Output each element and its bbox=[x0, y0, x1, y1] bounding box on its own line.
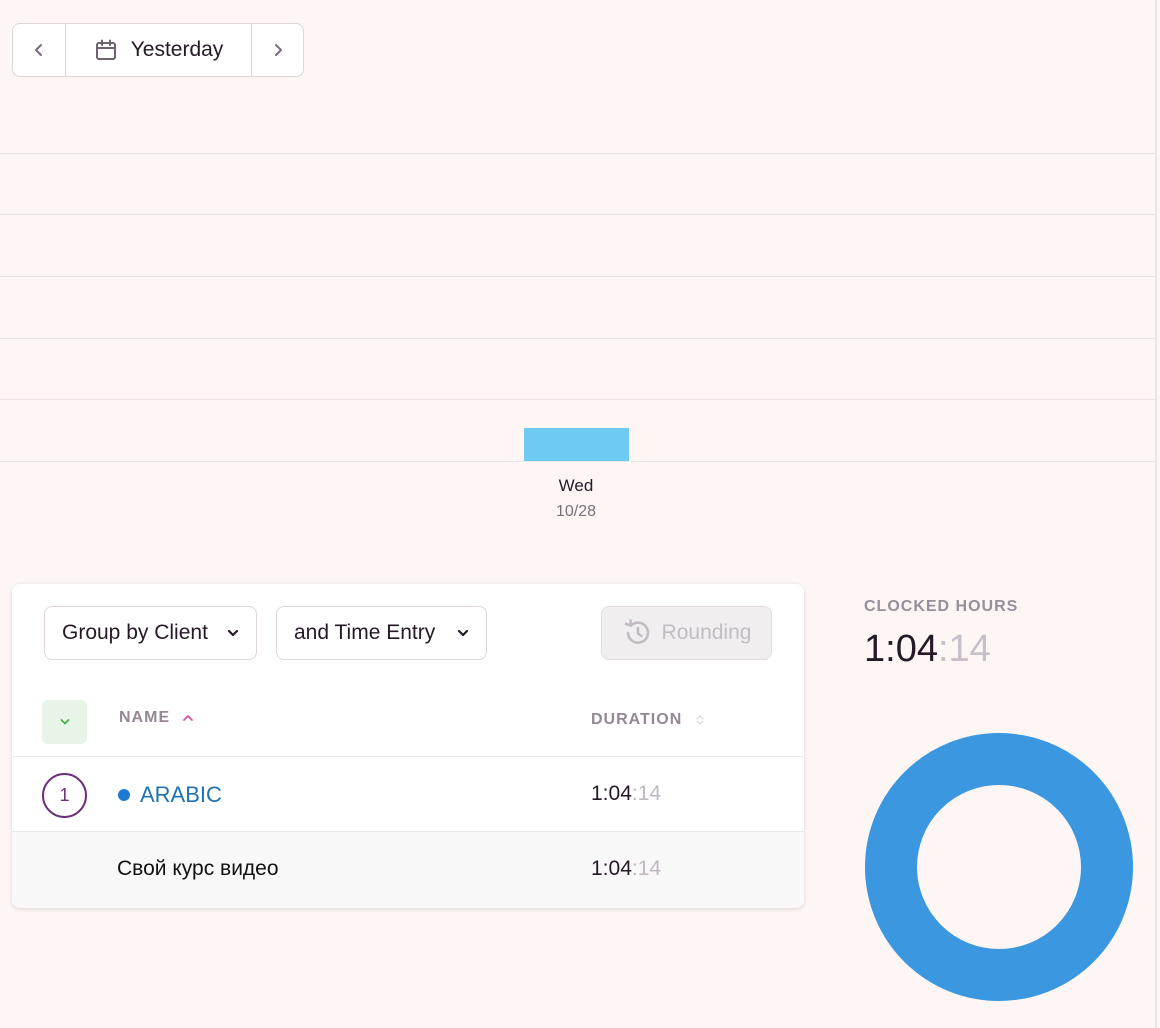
duration-column-label: DURATION bbox=[591, 711, 683, 728]
clocked-hours-seconds: :14 bbox=[937, 628, 991, 670]
client-duration-seconds: :14 bbox=[631, 782, 662, 805]
hours-donut-chart bbox=[865, 733, 1133, 1001]
donut-segment-arabic[interactable] bbox=[865, 733, 1133, 1001]
chart-baseline bbox=[0, 461, 1156, 462]
chevron-down-icon bbox=[60, 719, 69, 725]
clocked-hours-value: 1:04:14 bbox=[864, 628, 991, 671]
date-navigator: Yesterday bbox=[12, 23, 304, 77]
chart-gridline bbox=[0, 214, 1156, 215]
client-duration: 1:04:14 bbox=[591, 782, 661, 806]
clocked-hours-label: CLOCKED HOURS bbox=[864, 598, 1019, 615]
entry-count-badge[interactable]: 1 bbox=[42, 773, 87, 818]
time-entry-duration-seconds: :14 bbox=[631, 857, 662, 880]
chevron-down-icon bbox=[457, 629, 469, 637]
history-icon bbox=[624, 619, 649, 644]
group-by-label: Group by Client bbox=[62, 621, 208, 644]
client-duration-main: 1:04 bbox=[591, 782, 632, 805]
time-entry-name: Свой курс видео bbox=[117, 857, 279, 880]
report-table-card: Group by Client and Time Entry Rounding … bbox=[12, 584, 804, 908]
chevron-right-icon bbox=[274, 44, 282, 56]
group-by-dropdown[interactable]: Group by Client bbox=[44, 606, 257, 660]
chevron-left-icon bbox=[35, 44, 42, 56]
sub-group-label: and Time Entry bbox=[294, 621, 436, 644]
previous-period-button[interactable] bbox=[13, 24, 66, 76]
time-entry-duration: 1:04:14 bbox=[591, 857, 661, 881]
rounding-label: Rounding bbox=[661, 621, 752, 644]
duration-column-header[interactable]: DURATION bbox=[591, 711, 706, 729]
rounding-button[interactable]: Rounding bbox=[601, 606, 772, 660]
date-range-label: Yesterday bbox=[130, 38, 224, 61]
chevron-down-icon bbox=[227, 629, 239, 637]
name-column-header[interactable]: NAME bbox=[119, 709, 194, 727]
clocked-hours-main: 1:04 bbox=[864, 628, 938, 670]
client-name: ARABIC bbox=[140, 782, 222, 807]
chart-gridline bbox=[0, 399, 1156, 400]
client-color-dot bbox=[118, 789, 130, 801]
expand-all-button[interactable] bbox=[42, 700, 87, 744]
calendar-icon bbox=[95, 39, 116, 60]
row-divider bbox=[12, 756, 804, 757]
sub-group-dropdown[interactable]: and Time Entry bbox=[276, 606, 487, 660]
page-right-edge bbox=[1155, 0, 1157, 1028]
name-column-label: NAME bbox=[119, 709, 171, 726]
sort-ascending-icon bbox=[183, 715, 194, 721]
x-axis-date-label: 10/28 bbox=[555, 503, 597, 520]
sort-icon bbox=[696, 715, 704, 725]
chart-bar-wed[interactable] bbox=[523, 428, 629, 461]
date-range-picker[interactable]: Yesterday bbox=[66, 24, 251, 76]
chart-gridline bbox=[0, 153, 1156, 154]
chart-gridline bbox=[0, 276, 1156, 277]
x-axis-day-label: Wed bbox=[558, 476, 594, 495]
chart-gridline bbox=[0, 338, 1156, 339]
client-row-name[interactable]: ARABIC bbox=[118, 782, 222, 808]
time-entry-duration-main: 1:04 bbox=[591, 857, 632, 880]
next-period-button[interactable] bbox=[251, 24, 303, 76]
